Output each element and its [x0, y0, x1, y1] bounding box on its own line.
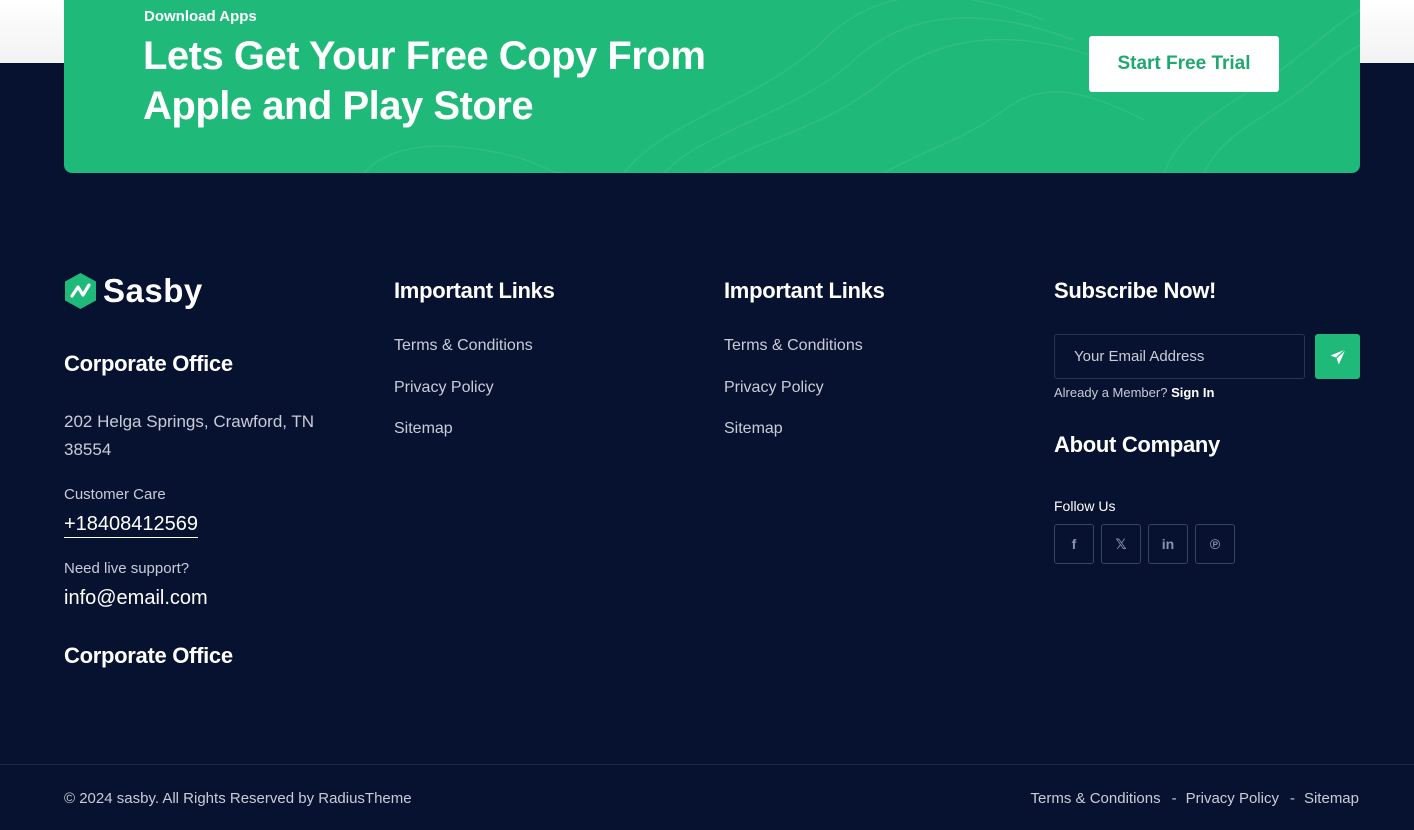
linkedin-icon: in: [1161, 536, 1175, 552]
important-links-list-1: Terms & Conditions Privacy Policy Sitema…: [394, 337, 533, 462]
bottom-privacy-link[interactable]: Privacy Policy: [1186, 790, 1279, 807]
brand-logo[interactable]: Sasby: [64, 272, 203, 310]
subscribe-form: [1054, 334, 1360, 379]
list-item: Privacy Policy: [724, 379, 863, 421]
email-link[interactable]: info@email.com: [64, 587, 208, 610]
already-member-text: Already a Member? Sign In: [1054, 385, 1214, 400]
corporate-office-heading: Corporate Office: [64, 351, 233, 376]
bottom-terms-link[interactable]: Terms & Conditions: [1031, 790, 1161, 807]
terms-link[interactable]: Terms & Conditions: [724, 337, 863, 354]
subscribe-heading: Subscribe Now!: [1054, 278, 1217, 303]
link-separator: -: [1171, 790, 1177, 807]
footer-divider: [0, 764, 1414, 765]
sign-in-link[interactable]: Sign In: [1171, 385, 1214, 400]
privacy-link[interactable]: Privacy Policy: [724, 379, 824, 396]
x-icon: 𝕏: [1115, 535, 1127, 552]
facebook-icon: f: [1071, 536, 1077, 552]
important-links-heading-1: Important Links: [394, 278, 555, 303]
live-support-label: Need live support?: [64, 560, 190, 577]
bottom-sitemap-link[interactable]: Sitemap: [1304, 790, 1359, 807]
bottom-links: Terms & Conditions - Privacy Policy - Si…: [1031, 790, 1359, 807]
linkedin-button[interactable]: in: [1148, 524, 1188, 564]
banner-title: Lets Get Your Free Copy From Apple and P…: [143, 34, 706, 128]
logo-hexagon-icon: [65, 273, 96, 309]
social-links: f 𝕏 in ℗: [1054, 524, 1235, 564]
list-item: Terms & Conditions: [724, 337, 863, 379]
copyright-text: © 2024 sasby. All Rights Reserved by Rad…: [64, 790, 412, 807]
member-label: Already a Member?: [1054, 385, 1168, 400]
list-item: Sitemap: [394, 420, 533, 462]
office-address: 202 Helga Springs, Crawford, TN 38554: [64, 412, 315, 459]
pinterest-icon: ℗: [1209, 536, 1221, 552]
important-links-list-2: Terms & Conditions Privacy Policy Sitema…: [724, 337, 863, 462]
about-company-heading: About Company: [1054, 432, 1220, 457]
terms-link[interactable]: Terms & Conditions: [394, 337, 533, 354]
privacy-link[interactable]: Privacy Policy: [394, 379, 494, 396]
link-separator: -: [1289, 790, 1295, 807]
brand-name: Sasby: [103, 272, 203, 309]
customer-care-label: Customer Care: [64, 486, 166, 503]
sitemap-link[interactable]: Sitemap: [724, 420, 783, 437]
subscribe-button[interactable]: [1315, 334, 1360, 379]
pinterest-button[interactable]: ℗: [1195, 524, 1235, 564]
x-button[interactable]: 𝕏: [1101, 524, 1141, 564]
banner-eyebrow: Download Apps: [144, 8, 257, 25]
list-item: Privacy Policy: [394, 379, 533, 421]
important-links-heading-2: Important Links: [724, 278, 885, 303]
start-free-trial-button[interactable]: Start Free Trial: [1089, 36, 1279, 92]
list-item: Terms & Conditions: [394, 337, 533, 379]
sitemap-link[interactable]: Sitemap: [394, 420, 453, 437]
email-input[interactable]: [1054, 334, 1305, 379]
paper-plane-icon: [1330, 348, 1346, 364]
corporate-office-heading-2: Corporate Office: [64, 643, 233, 668]
download-apps-banner: Download Apps Lets Get Your Free Copy Fr…: [64, 0, 1360, 173]
list-item: Sitemap: [724, 420, 863, 462]
facebook-button[interactable]: f: [1054, 524, 1094, 564]
phone-link[interactable]: +18408412569: [64, 513, 199, 538]
follow-us-label: Follow Us: [1054, 498, 1116, 514]
